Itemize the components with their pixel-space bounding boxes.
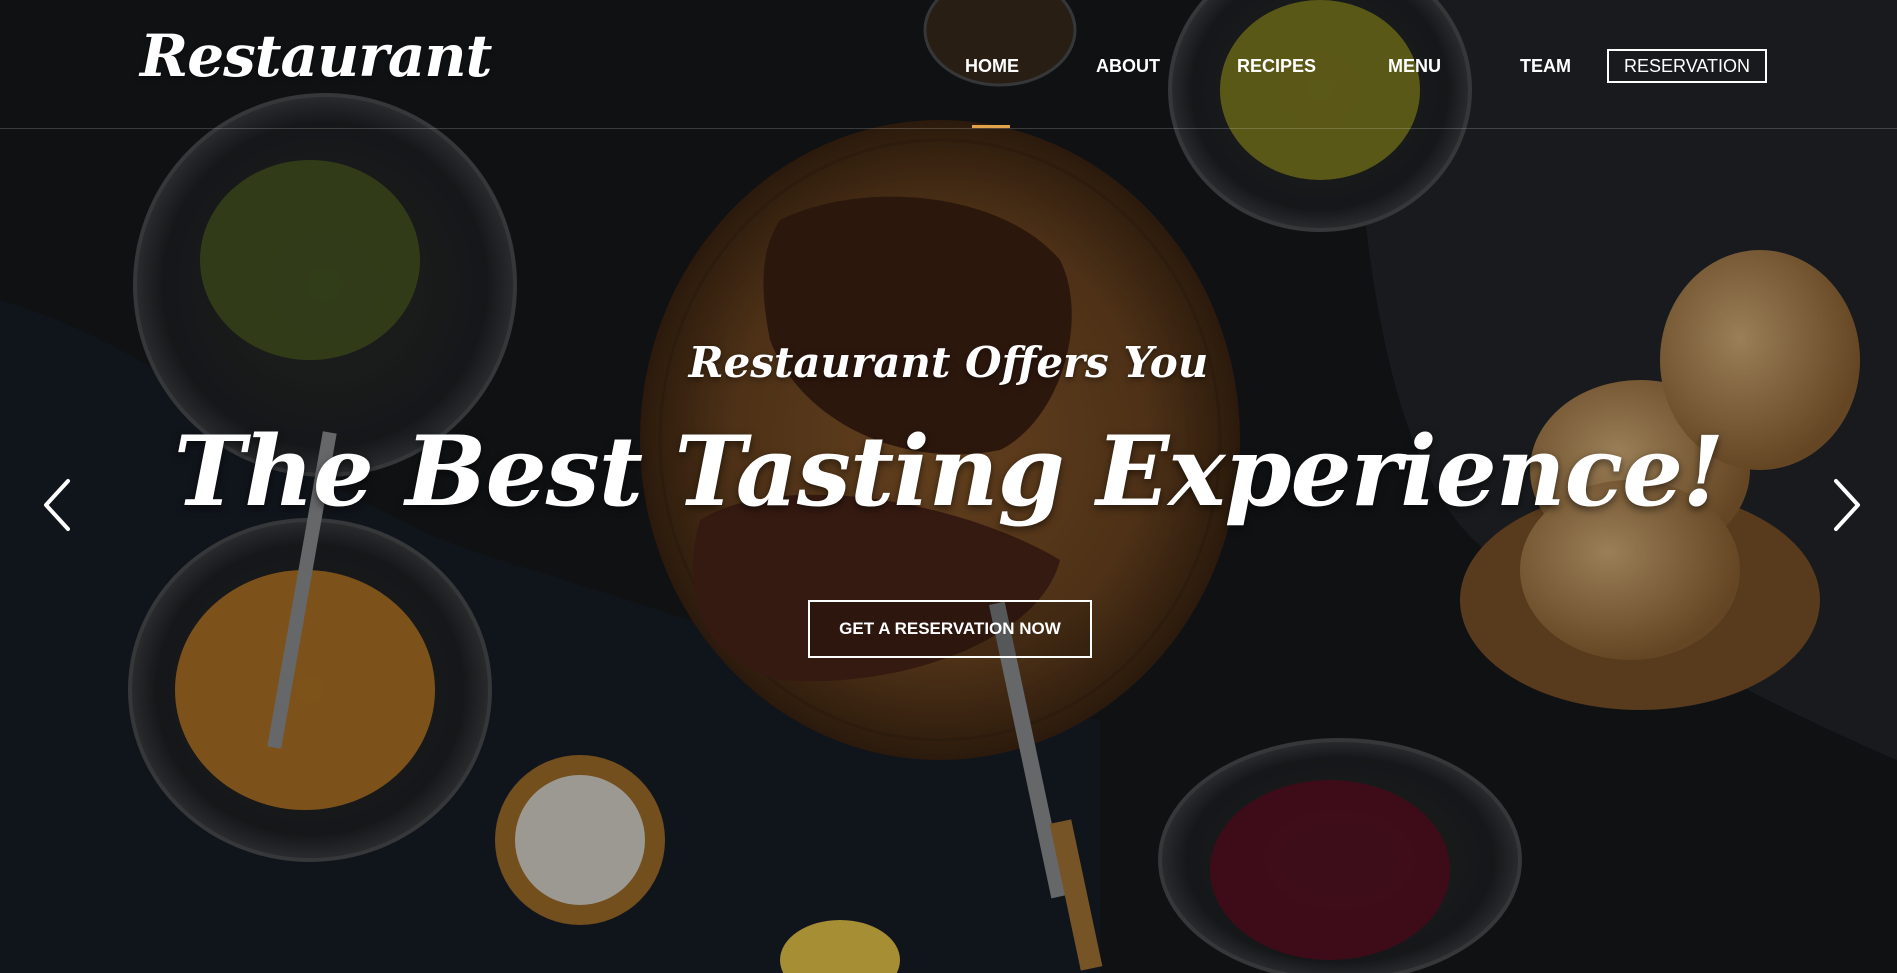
chevron-right-icon (1834, 479, 1860, 531)
slider-next-button[interactable] (1826, 475, 1866, 535)
get-reservation-button[interactable]: GET A RESERVATION NOW (808, 600, 1092, 658)
slider-prev-button[interactable] (38, 475, 78, 535)
hero-caption: Restaurant Offers You The Best Tasting E… (0, 0, 1897, 973)
hero-subtitle: Restaurant Offers You (688, 338, 1209, 387)
hero-headline: The Best Tasting Experience! (173, 415, 1725, 528)
chevron-left-icon (44, 479, 70, 531)
hero-slider: Restaurant HOME ABOUT RECIPES MENU TEAM … (0, 0, 1897, 973)
